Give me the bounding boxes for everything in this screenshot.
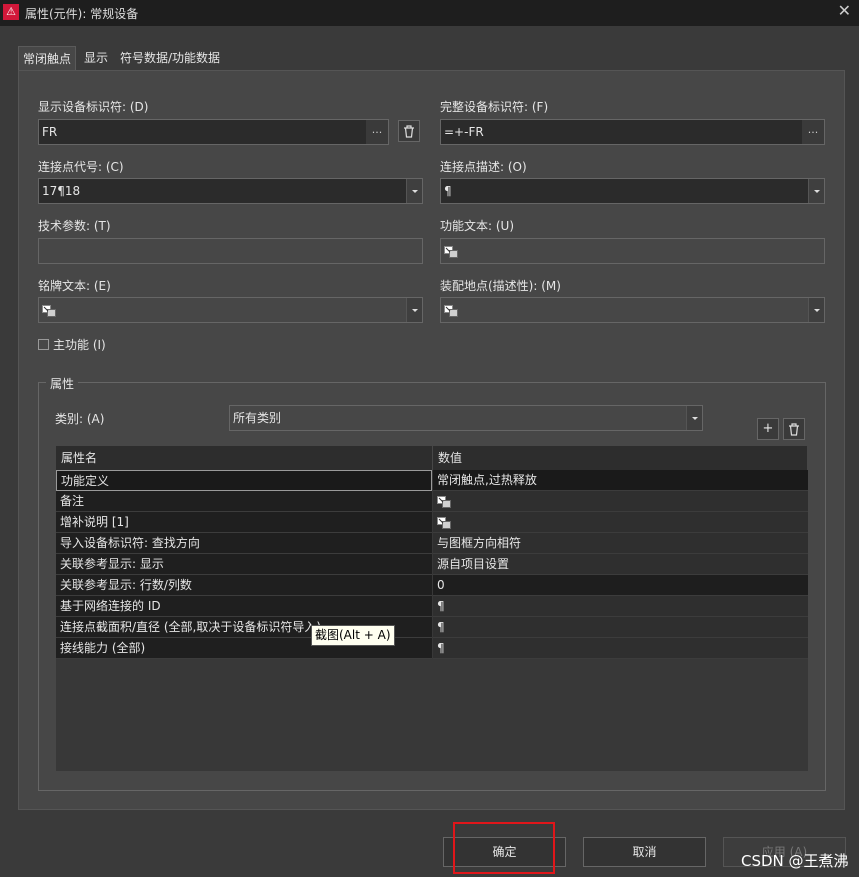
nameplate-label: 铭牌文本: (E) xyxy=(38,279,111,293)
table-row[interactable]: 关联参考显示: 行数/列数 0 xyxy=(56,575,808,596)
trash-icon xyxy=(789,423,799,436)
property-value[interactable] xyxy=(433,491,808,512)
multilang-text-icon xyxy=(42,304,56,317)
chevron-down-icon[interactable] xyxy=(406,179,422,203)
mount-loc-label: 装配地点(描述性): (M) xyxy=(440,279,561,293)
eplan-app-icon: ⚠ xyxy=(3,4,19,20)
property-value[interactable]: 常闭触点,过热释放 xyxy=(433,470,808,491)
tech-param-label: 技术参数: (T) xyxy=(38,219,111,233)
nameplate-combobox[interactable] xyxy=(38,297,423,323)
column-header-name[interactable]: 属性名 xyxy=(56,446,433,470)
category-value: 所有类别 xyxy=(233,411,282,425)
multilang-text-icon xyxy=(437,516,451,529)
mount-loc-combobox[interactable] xyxy=(440,297,825,323)
delete-button[interactable] xyxy=(398,120,420,142)
property-name: 基于网络连接的 ID xyxy=(56,596,432,617)
tab-symbol-function-data[interactable]: 符号数据/功能数据 xyxy=(116,46,224,70)
property-name: 关联参考显示: 显示 xyxy=(56,554,432,575)
table-row[interactable]: 功能定义 常闭触点,过热释放 xyxy=(56,470,808,491)
conn-desc-value: ¶ xyxy=(444,184,452,198)
watermark: CSDN @王煮沸 xyxy=(741,852,849,870)
display-dt-input[interactable]: FR ... xyxy=(38,119,389,145)
func-text-input[interactable] xyxy=(440,238,825,264)
conn-desc-label: 连接点描述: (O) xyxy=(440,160,527,174)
property-value[interactable]: ¶ xyxy=(433,638,808,659)
trash-icon xyxy=(404,125,414,138)
window-title: 属性(元件): 常规设备 xyxy=(25,7,139,21)
full-dt-value: =+-FR xyxy=(444,125,484,139)
table-row[interactable]: 关联参考显示: 显示 源自项目设置 xyxy=(56,554,808,575)
property-name: 关联参考显示: 行数/列数 xyxy=(56,575,432,596)
property-value[interactable]: 与图框方向相符 xyxy=(433,533,808,554)
func-text-label: 功能文本: (U) xyxy=(440,219,515,233)
properties-group-title: 属性 xyxy=(46,375,79,392)
display-dt-label: 显示设备标识符: (D) xyxy=(38,100,149,114)
property-name: 备注 xyxy=(56,491,432,512)
property-value[interactable]: 0 xyxy=(433,575,808,596)
full-dt-label: 完整设备标识符: (F) xyxy=(440,100,549,114)
multilang-text-icon xyxy=(444,245,458,258)
full-dt-browse-button[interactable]: ... xyxy=(802,120,824,144)
table-row[interactable]: 导入设备标识符: 查找方向 与图框方向相符 xyxy=(56,533,808,554)
property-value[interactable]: ¶ xyxy=(433,596,808,617)
tab-nc-contact[interactable]: 常闭触点 xyxy=(18,46,76,70)
display-dt-browse-button[interactable]: ... xyxy=(366,120,388,144)
property-name: 导入设备标识符: 查找方向 xyxy=(56,533,432,554)
conn-code-value: 17¶18 xyxy=(42,184,81,198)
table-row[interactable]: 基于网络连接的 ID ¶ xyxy=(56,596,808,617)
table-row[interactable]: 增补说明 [1] xyxy=(56,512,808,533)
add-property-button[interactable]: + xyxy=(757,418,779,440)
conn-desc-combobox[interactable]: ¶ xyxy=(440,178,825,204)
chevron-down-icon[interactable] xyxy=(808,179,824,203)
property-value[interactable]: ¶ xyxy=(433,617,808,638)
main-function-label: 主功能 (I) xyxy=(53,338,106,352)
title-bar: ⚠ 属性(元件): 常规设备 ✕ xyxy=(0,0,859,26)
tab-display[interactable]: 显示 xyxy=(80,46,112,70)
multilang-text-icon xyxy=(437,495,451,508)
category-select[interactable]: 所有类别 xyxy=(229,405,703,431)
tech-param-input[interactable] xyxy=(38,238,423,264)
property-value[interactable] xyxy=(433,512,808,533)
plus-icon: + xyxy=(762,421,774,436)
properties-table: 属性名 数值 功能定义 常闭触点,过热释放 备注 增补说明 [1] 导入设备标识… xyxy=(56,446,808,771)
chevron-down-icon[interactable] xyxy=(808,298,824,322)
conn-code-combobox[interactable]: 17¶18 xyxy=(38,178,423,204)
multilang-text-icon xyxy=(444,304,458,317)
chevron-down-icon[interactable] xyxy=(406,298,422,322)
highlight-box xyxy=(453,822,555,874)
display-dt-value: FR xyxy=(42,125,58,139)
property-name: 功能定义 xyxy=(56,470,432,491)
screenshot-tooltip: 截图(Alt + A) xyxy=(311,625,395,646)
property-name: 增补说明 [1] xyxy=(56,512,432,533)
category-label: 类别: (A) xyxy=(55,412,105,426)
main-function-checkbox[interactable] xyxy=(38,339,49,350)
table-row[interactable]: 连接点截面积/直径 (全部,取决于设备标识符导入) ¶ xyxy=(56,617,808,638)
column-header-value[interactable]: 数值 xyxy=(433,446,808,470)
property-value[interactable]: 源自项目设置 xyxy=(433,554,808,575)
full-dt-input[interactable]: =+-FR ... xyxy=(440,119,825,145)
table-row[interactable]: 备注 xyxy=(56,491,808,512)
delete-property-button[interactable] xyxy=(783,418,805,440)
table-row[interactable]: 接线能力 (全部) ¶ xyxy=(56,638,808,659)
conn-code-label: 连接点代号: (C) xyxy=(38,160,124,174)
close-icon[interactable]: ✕ xyxy=(838,1,851,20)
chevron-down-icon[interactable] xyxy=(686,406,702,430)
cancel-button[interactable]: 取消 xyxy=(583,837,706,867)
